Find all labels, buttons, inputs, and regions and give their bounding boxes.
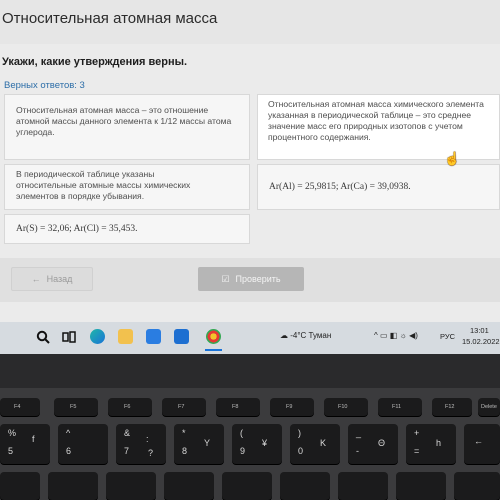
key-f5[interactable]: F5: [54, 398, 98, 416]
file-explorer-icon[interactable]: [118, 329, 133, 344]
language-indicator[interactable]: РУС: [440, 332, 455, 341]
answer-option-2[interactable]: Относительная атомная масса химического …: [257, 94, 500, 160]
answer-option-4[interactable]: Ar(Al) = 25,9815; Ar(Ca) = 39,0938.: [257, 164, 500, 210]
store-icon[interactable]: [146, 329, 161, 344]
key-o[interactable]: [280, 472, 330, 500]
answer-option-5-text: Ar(S) = 32,06; Ar(Cl) = 35,453.: [16, 224, 138, 234]
key-bracket[interactable]: [396, 472, 446, 500]
key-6[interactable]: ^ 6: [58, 424, 108, 464]
key-equals[interactable]: + = h: [406, 424, 456, 464]
key-t[interactable]: [48, 472, 98, 500]
key-i[interactable]: [222, 472, 272, 500]
key-f11[interactable]: F11: [378, 398, 422, 416]
key-f6[interactable]: F6: [108, 398, 152, 416]
correct-count: Верных ответов: 3: [4, 80, 85, 91]
laptop-keyboard: F4 F5 F6 F7 F8 F9 F10 F11 F12 Delete % 5…: [0, 388, 500, 500]
answer-option-3[interactable]: В периодической таблице указаны относите…: [4, 164, 250, 210]
edge-icon[interactable]: [90, 329, 105, 344]
key-u[interactable]: [164, 472, 214, 500]
laptop-bezel: [0, 354, 500, 388]
key-f12[interactable]: F12: [432, 398, 472, 416]
key-r[interactable]: [0, 472, 40, 500]
key-9[interactable]: ( 9 ¥: [232, 424, 282, 464]
hand-cursor-icon: ☝: [444, 151, 461, 166]
answer-option-3-text: В периодической таблице указаны относите…: [16, 169, 191, 201]
question-text: Укажи, какие утверждения верны.: [2, 56, 188, 68]
weather-text: -4°C Туман: [290, 331, 332, 340]
clock-time[interactable]: 13:01: [470, 326, 489, 335]
clock-date[interactable]: 15.02.2022: [462, 337, 500, 346]
checkbox-icon: ☑: [221, 273, 230, 284]
task-view-icon[interactable]: [62, 330, 76, 344]
arrow-left-icon: ←: [31, 274, 41, 284]
chrome-icon[interactable]: [206, 329, 221, 344]
mail-icon[interactable]: [174, 329, 189, 344]
taskbar: [0, 322, 500, 354]
header-bar: Относительная атомная масса: [0, 0, 500, 44]
back-button-label: Назад: [46, 274, 73, 284]
system-tray-icons[interactable]: ^ ▭ ◧ ☼ ◀): [374, 331, 418, 340]
backspace-arrow-icon: ←: [474, 436, 483, 446]
key-7[interactable]: & 7 : ?: [116, 424, 166, 464]
key-minus[interactable]: _ - Θ: [348, 424, 398, 464]
answer-option-2-text: Относительная атомная масса химического …: [268, 99, 484, 142]
key-delete[interactable]: Delete: [478, 398, 500, 416]
key-0[interactable]: ) 0 K: [290, 424, 340, 464]
key-p[interactable]: [338, 472, 388, 500]
key-8[interactable]: * 8 Y: [174, 424, 224, 464]
answer-option-5[interactable]: Ar(S) = 32,06; Ar(Cl) = 35,453.: [4, 214, 250, 244]
answer-option-4-text: Ar(Al) = 25,9815; Ar(Ca) = 39,0938.: [269, 182, 411, 192]
app-screen: Относительная атомная масса Укажи, какие…: [0, 0, 500, 322]
page-title: Относительная атомная масса: [2, 10, 218, 27]
answer-option-1-text: Относительная атомная масса – это отноше…: [16, 105, 232, 137]
key-5[interactable]: % 5 f: [0, 424, 50, 464]
back-button[interactable]: ← Назад: [11, 267, 93, 291]
check-button[interactable]: ☑ Проверить: [198, 267, 304, 291]
key-f8[interactable]: F8: [216, 398, 260, 416]
check-button-label: Проверить: [235, 274, 281, 284]
key-bracket-right[interactable]: [454, 472, 500, 500]
active-app-indicator: [205, 349, 222, 351]
key-f9[interactable]: F9: [270, 398, 314, 416]
answer-option-1[interactable]: Относительная атомная масса – это отноше…: [4, 94, 250, 160]
weather-widget[interactable]: ☁ -4°C Туман: [280, 331, 331, 340]
key-f7[interactable]: F7: [162, 398, 206, 416]
search-icon[interactable]: [36, 330, 50, 344]
cloud-icon: ☁: [280, 331, 288, 340]
key-backspace[interactable]: ←: [464, 424, 500, 464]
key-f10[interactable]: F10: [324, 398, 368, 416]
key-y[interactable]: [106, 472, 156, 500]
key-f4[interactable]: F4: [0, 398, 40, 416]
